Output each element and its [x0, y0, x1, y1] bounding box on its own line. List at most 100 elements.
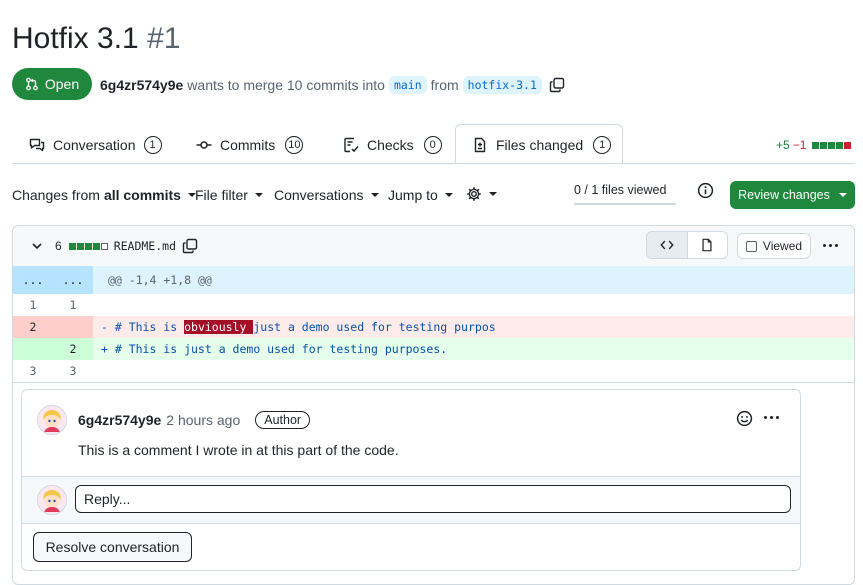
new-line-number[interactable]: 1: [53, 298, 93, 312]
from-text: from: [430, 77, 459, 93]
file-view-icon[interactable]: [688, 232, 728, 258]
author-badge: Author: [255, 411, 311, 429]
diff-line-addition: 2 + # This is just a demo used for testi…: [13, 338, 854, 360]
conversations-dropdown[interactable]: Conversations: [274, 187, 379, 203]
pr-number: #1: [147, 22, 181, 55]
tab-conversation-label: Conversation: [53, 137, 136, 153]
checkbox: [745, 240, 757, 252]
comment-author[interactable]: 6g4zr574y9e: [78, 412, 161, 428]
conversations-label: Conversations: [274, 187, 364, 203]
head-branch[interactable]: hotfix-3.1: [462, 76, 542, 94]
diff-line: 1 1: [13, 294, 854, 316]
hunk-text: @@ -1,4 +1,8 @@: [108, 273, 212, 287]
tab-conversation-count: 1: [143, 136, 162, 154]
merge-text: wants to merge 10 commits into: [187, 77, 385, 93]
code-view-icon[interactable]: [647, 232, 688, 258]
tab-conversation[interactable]: Conversation 1: [29, 132, 162, 158]
kebab-horizontal-icon[interactable]: [823, 244, 838, 247]
changes-from-value: all commits: [103, 187, 181, 203]
info-icon[interactable]: [697, 182, 714, 199]
tab-files-changed[interactable]: Files changed 1: [472, 132, 612, 158]
comment-header: 6g4zr574y9e 2 hours ago Author: [78, 411, 311, 429]
base-branch[interactable]: main: [388, 76, 427, 94]
changes-from-dropdown[interactable]: Changes from all commits: [12, 187, 196, 203]
checklist-icon: [343, 137, 359, 153]
old-line-number[interactable]: 2: [13, 316, 53, 338]
kebab-horizontal-icon[interactable]: [764, 416, 779, 419]
file-filter-label: File filter: [195, 187, 248, 203]
pr-title-text: Hotfix 3.1: [12, 22, 139, 55]
new-line-number[interactable]: 2: [53, 338, 93, 360]
tab-commits[interactable]: Commits 10: [196, 132, 304, 158]
comment-body: This is a comment I wrote in at this par…: [78, 442, 399, 458]
file-filter-dropdown[interactable]: File filter: [195, 187, 263, 203]
line-code: - # This is obviously just a demo used f…: [93, 320, 496, 334]
changes-from-prefix: Changes from: [12, 187, 100, 203]
tab-commits-label: Commits: [220, 137, 276, 153]
review-changes-label: Review changes: [738, 188, 830, 202]
old-line-number[interactable]: 3: [13, 364, 53, 378]
gear-icon: [466, 186, 482, 202]
copy-icon[interactable]: [182, 238, 198, 254]
line-code-prefix: - # This is: [101, 320, 185, 334]
chevron-down-icon: [444, 193, 453, 197]
hunk-expand-old[interactable]: ...: [13, 266, 53, 294]
file-name[interactable]: README.md: [114, 239, 176, 253]
pr-title: Hotfix 3.1 #1: [12, 22, 180, 56]
chevron-down-icon[interactable]: [31, 240, 43, 252]
files-viewed-progress-text: 0 / 1 files viewed: [574, 183, 667, 197]
tab-checks-label: Checks: [367, 137, 414, 153]
old-line-number[interactable]: 1: [13, 298, 53, 312]
highlighted-change: obviously: [184, 320, 254, 334]
comment-discussion-icon: [29, 137, 45, 153]
new-line-number[interactable]: 3: [53, 364, 93, 378]
line-code-suffix: just a demo used for testing purpos: [253, 320, 496, 334]
file-diffstat-bar: [68, 242, 108, 250]
chevron-down-icon: [370, 193, 379, 197]
hunk-expand-new[interactable]: ...: [53, 266, 93, 294]
diff-settings-dropdown[interactable]: [466, 186, 497, 202]
pr-state-label: Open: [44, 76, 80, 92]
view-toggle: [646, 231, 728, 259]
tabs-divider: [12, 163, 855, 164]
files-viewed-progress-bar: [574, 203, 676, 205]
diff-divider: [13, 382, 854, 383]
review-changes-button[interactable]: Review changes: [730, 181, 855, 209]
diffstat-additions: +5: [776, 138, 790, 152]
diffstat: +5 −1: [776, 138, 852, 152]
chevron-down-icon: [489, 192, 497, 196]
diffstat-bar: [811, 141, 852, 149]
pr-state-badge: Open: [12, 68, 92, 100]
line-code: [93, 298, 108, 312]
copy-icon[interactable]: [549, 77, 565, 93]
tab-commits-count: 10: [285, 136, 304, 154]
file-change-count: 6: [55, 239, 62, 253]
viewed-checkbox-button[interactable]: Viewed: [737, 233, 811, 259]
smiley-icon[interactable]: [736, 410, 753, 427]
old-line-number[interactable]: [13, 338, 53, 360]
viewed-label: Viewed: [762, 239, 803, 253]
tab-checks[interactable]: Checks 0: [343, 132, 442, 158]
avatar[interactable]: [37, 405, 67, 435]
tab-checks-count: 0: [423, 136, 442, 154]
tab-files-changed-count: 1: [593, 136, 612, 154]
diffstat-deletions: −1: [792, 138, 807, 152]
reply-input[interactable]: Reply...: [75, 485, 791, 513]
review-comment-thread: 6g4zr574y9e 2 hours ago Author This is a…: [21, 389, 801, 571]
chevron-down-icon: [838, 193, 847, 197]
avatar: [37, 485, 67, 515]
comment-time[interactable]: 2 hours ago: [166, 412, 240, 428]
new-line-number[interactable]: [53, 316, 93, 338]
file-stats: 6 README.md: [55, 238, 198, 254]
jump-to-label: Jump to: [388, 187, 438, 203]
chevron-down-icon: [254, 193, 263, 197]
diff-line: 3 3: [13, 360, 854, 382]
jump-to-dropdown[interactable]: Jump to: [388, 187, 453, 203]
file-diff-icon: [472, 137, 488, 153]
pr-author-link[interactable]: 6g4zr574y9e: [100, 77, 183, 93]
resolve-conversation-button[interactable]: Resolve conversation: [33, 532, 192, 562]
diff-hunk-header: ... ... @@ -1,4 +1,8 @@: [13, 266, 854, 294]
pr-meta: 6g4zr574y9e wants to merge 10 commits in…: [100, 76, 565, 94]
file-header: 6 README.md Viewed: [13, 226, 854, 267]
line-code: [93, 364, 108, 378]
